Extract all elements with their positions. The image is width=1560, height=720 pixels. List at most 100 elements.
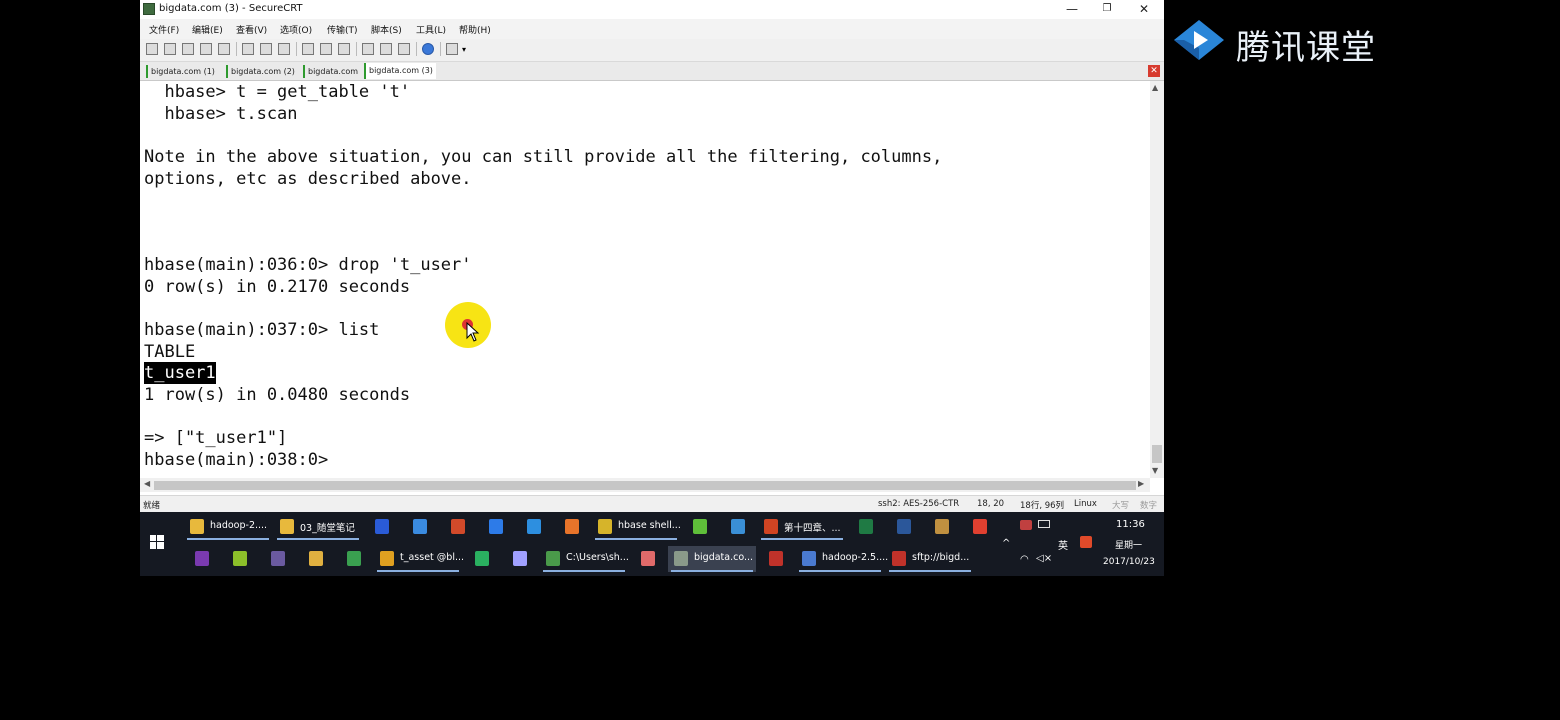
taskbar-button-green-app[interactable] — [682, 514, 718, 540]
ime-indicator[interactable]: 英 — [1058, 537, 1068, 552]
taskbar-button-green-circle[interactable] — [222, 546, 258, 572]
tencent-classroom-logo-text: 腾讯课堂 — [1236, 28, 1376, 68]
volume-muted-icon[interactable]: ◁× — [1036, 553, 1052, 564]
disconnect-icon[interactable] — [218, 43, 230, 55]
scroll-right-icon[interactable]: ▶ — [1138, 479, 1144, 488]
taskbar-button-filezilla[interactable]: sftp://bigd... — [886, 546, 974, 572]
menu-script[interactable]: 脚本(S) — [371, 23, 402, 36]
taskbar-button-vm[interactable]: hadoop-2.5.... — [796, 546, 888, 572]
paste-icon[interactable] — [260, 43, 272, 55]
wifi-icon[interactable]: ◠ — [1020, 554, 1029, 565]
terminal-line: 0 row(s) in 0.2170 seconds — [144, 277, 411, 297]
connect-in-tab-icon[interactable] — [182, 43, 194, 55]
title-bar[interactable]: bigdata.com (3) - SecureCRT — ❐ ✕ — [140, 0, 1164, 19]
terminal-output[interactable]: hbase> t = get_table 't' hbase> t.scan N… — [140, 81, 1150, 478]
close-tab-icon[interactable]: ✕ — [1148, 65, 1160, 77]
taskbar-button-firefox[interactable] — [554, 514, 590, 540]
battery-icon[interactable] — [1038, 520, 1050, 528]
taskbar-button-cube[interactable] — [924, 514, 960, 540]
ie-icon — [527, 519, 541, 534]
menu-edit[interactable]: 编辑(E) — [192, 23, 223, 36]
global-options-icon[interactable] — [320, 43, 332, 55]
tab-session-3[interactable]: bigdata.com — [303, 65, 363, 78]
windows-start-icon[interactable] — [150, 534, 164, 553]
menu-options[interactable]: 选项(O) — [280, 23, 312, 36]
taskbar-button-word[interactable] — [886, 514, 922, 540]
vertical-scroll-thumb[interactable] — [1152, 445, 1162, 463]
tab-session-2[interactable]: bigdata.com (2) — [226, 65, 304, 78]
menu-file[interactable]: 文件(F) — [149, 23, 179, 36]
menu-help[interactable]: 帮助(H) — [459, 23, 491, 36]
taskbar-button-xmind[interactable] — [962, 514, 998, 540]
taskbar-button-powerpoint[interactable]: 第十四章、... — [758, 514, 846, 540]
terminal-line: => ["t_user1"] — [144, 428, 288, 448]
taskbar-button-cup[interactable] — [440, 514, 476, 540]
taskbar-row-top: hadoop-2.... 03_随堂笔记 hbase shell... 第十四章、..… — [184, 514, 1004, 542]
tab-session-active[interactable]: bigdata.com (3) — [364, 63, 436, 79]
clock-weekday[interactable]: 星期一 — [1115, 538, 1142, 551]
scroll-up-icon[interactable]: ▲ — [1152, 83, 1158, 92]
taskbar-button-g-app[interactable] — [364, 514, 400, 540]
menu-tools[interactable]: 工具(L) — [416, 23, 446, 36]
help-icon[interactable] — [422, 43, 434, 55]
network-icon — [413, 519, 427, 534]
terminal-line: hbase> t.scan — [144, 104, 298, 124]
taskbar-button-folder[interactable]: 03_随堂笔记 — [274, 514, 362, 540]
vertical-scrollbar[interactable]: ▲ ▼ — [1150, 81, 1164, 478]
menu-transfer[interactable]: 传输(T) — [327, 23, 358, 36]
find-icon[interactable] — [278, 43, 290, 55]
taskbar-button-idea[interactable] — [502, 546, 538, 572]
taskbar-button-pycharm[interactable] — [464, 546, 500, 572]
screen-icon[interactable] — [446, 43, 458, 55]
tab-session-1[interactable]: bigdata.com (1) — [146, 65, 224, 78]
folder-icon — [280, 519, 294, 534]
taskbar-button-label: bigdata.co... — [694, 552, 754, 563]
horizontal-scrollbar[interactable]: ◀ ▶ — [140, 478, 1150, 492]
session-options-icon[interactable] — [302, 43, 314, 55]
securecrt-window: bigdata.com (3) - SecureCRT — ❐ ✕ 文件(F) … — [140, 0, 1164, 512]
taskbar-button-k-app[interactable] — [478, 514, 514, 540]
blocks-icon — [347, 551, 361, 566]
taskbar-button-axure[interactable] — [184, 546, 220, 572]
tray-app-icon[interactable] — [1020, 520, 1032, 530]
taskbar-button-excel[interactable] — [848, 514, 884, 540]
reconnect-icon[interactable] — [200, 43, 212, 55]
taskbar-button-filezilla[interactable] — [758, 546, 794, 572]
clock-date[interactable]: 2017/10/23 — [1103, 557, 1155, 567]
taskbar-button-blocks[interactable] — [336, 546, 372, 572]
horizontal-scroll-thumb[interactable] — [154, 481, 1136, 490]
taskbar-button-label: 03_随堂笔记 — [300, 523, 355, 534]
taskbar-button-hand[interactable] — [298, 546, 334, 572]
sogou-input-icon[interactable] — [1080, 536, 1092, 548]
taskbar-button-folder[interactable]: hadoop-2.... — [184, 514, 272, 540]
running-indicator — [799, 570, 881, 572]
running-indicator — [377, 570, 459, 572]
toolbar-overflow-icon[interactable]: ▾ — [462, 43, 469, 55]
quick-connect-icon[interactable] — [164, 43, 176, 55]
scroll-down-icon[interactable]: ▼ — [1152, 466, 1158, 475]
taskbar-button-bird[interactable] — [720, 514, 756, 540]
filezilla-icon — [769, 551, 783, 566]
taskbar-button-eclipse[interactable] — [260, 546, 296, 572]
key-icon[interactable] — [398, 43, 410, 55]
taskbar-button-db[interactable]: t_asset @bl... — [374, 546, 464, 572]
tray-overflow-icon[interactable]: ^ — [1002, 538, 1010, 549]
clock-time[interactable]: 11:36 — [1116, 519, 1145, 530]
print-icon[interactable] — [338, 43, 350, 55]
taskbar-button-chrome[interactable]: hbase shell... — [592, 514, 681, 540]
taskbar-button-network[interactable] — [402, 514, 438, 540]
connect-icon[interactable] — [146, 43, 158, 55]
copy-icon[interactable] — [242, 43, 254, 55]
taskbar-button-securecrt[interactable]: bigdata.co... — [668, 546, 756, 572]
taskbar-button-eraser[interactable] — [630, 546, 666, 572]
taskbar-button-notepad[interactable]: C:\Users\sh... — [540, 546, 629, 572]
keymap-icon[interactable] — [380, 43, 392, 55]
sftp-icon[interactable] — [362, 43, 374, 55]
menu-view[interactable]: 查看(V) — [236, 23, 267, 36]
mouse-pointer-icon — [466, 322, 480, 342]
restore-button[interactable]: ❐ — [1088, 0, 1126, 19]
taskbar-button-ie[interactable] — [516, 514, 552, 540]
minimize-button[interactable]: — — [1053, 0, 1091, 19]
close-button[interactable]: ✕ — [1125, 0, 1163, 19]
scroll-left-icon[interactable]: ◀ — [144, 479, 150, 488]
